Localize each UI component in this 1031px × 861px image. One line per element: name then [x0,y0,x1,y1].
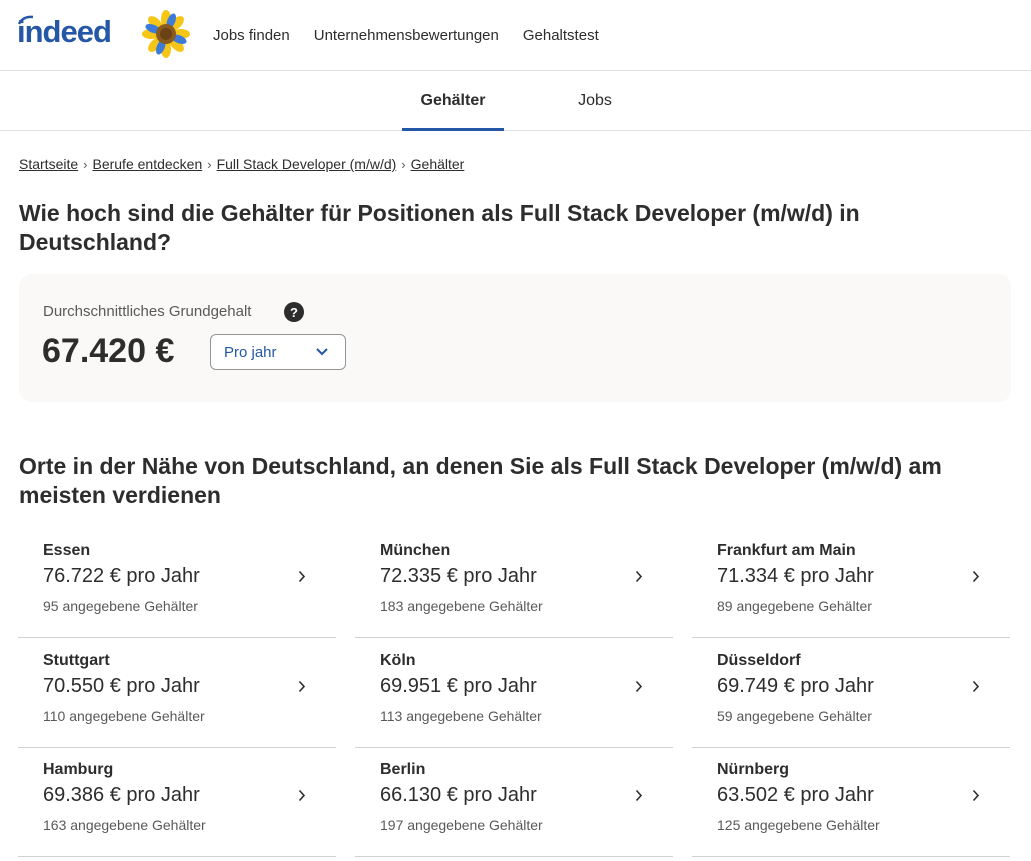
chevron-right-icon: › [401,156,406,172]
tab-gehaelter[interactable]: Gehälter [402,71,504,131]
city-salary: 69.386 € pro Jahr [43,784,200,806]
top-nav: Jobs finden Unternehmensbewertungen Geha… [213,0,599,71]
city-salary: 69.749 € pro Jahr [717,675,874,697]
chevron-right-icon: › [83,156,88,172]
city-report-count: 95 angegebene Gehälter [43,598,198,614]
city-report-count: 163 angegebene Gehälter [43,817,206,833]
nav-unternehmensbewertungen[interactable]: Unternehmensbewertungen [314,27,499,44]
city-name: München [380,542,451,559]
breadcrumb-gehaelter[interactable]: Gehälter [411,156,465,172]
city-report-count: 197 angegebene Gehälter [380,817,543,833]
city-report-count: 183 angegebene Gehälter [380,598,543,614]
city-name: Nürnberg [717,761,789,778]
chevron-down-icon [316,348,328,356]
average-salary-label: Durchschnittliches Grundgehalt [43,303,252,320]
top-locations-title: Orte in der Nähe von Deutschland, an den… [19,453,942,508]
period-select-value: Pro jahr [224,343,277,361]
breadcrumb-startseite[interactable]: Startseite [19,156,78,172]
indeed-logo[interactable]: indeed [17,14,112,50]
page-title: Wie hoch sind die Gehälter für Positione… [19,200,860,255]
city-salary: 72.335 € pro Jahr [380,565,537,587]
city-name: Berlin [380,761,426,778]
city-name: Stuttgart [43,652,110,669]
chevron-right-icon [298,570,306,583]
top-header: indeed Jobs finden Unternehmensbewertung… [0,0,1031,71]
breadcrumb: Startseite › Berufe entdecken › Full Sta… [19,156,464,172]
chevron-right-icon: › [207,156,212,172]
average-salary-value: 67.420 € [42,332,175,370]
breadcrumb-full-stack-developer[interactable]: Full Stack Developer (m/w/d) [217,156,397,172]
average-salary-card: Durchschnittliches Grundgehalt ? 67.420 … [19,274,1011,402]
city-name: Düsseldorf [717,652,801,669]
period-select[interactable]: Pro jahr [210,334,346,370]
city-name: Frankfurt am Main [717,542,856,559]
city-card-koeln[interactable]: Köln 69.951 € pro Jahr 113 angegebene Ge… [355,638,673,748]
city-report-count: 110 angegebene Gehälter [43,708,205,724]
city-report-count: 59 angegebene Gehälter [717,708,872,724]
city-card-essen[interactable]: Essen 76.722 € pro Jahr 95 angegebene Ge… [18,528,336,638]
city-card-stuttgart[interactable]: Stuttgart 70.550 € pro Jahr 110 angegebe… [18,638,336,748]
city-card-berlin[interactable]: Berlin 66.130 € pro Jahr 197 angegebene … [355,747,673,857]
nav-gehaltstest[interactable]: Gehaltstest [523,27,599,44]
sunflower-icon [142,10,190,58]
logo-arc-icon [18,15,34,25]
chevron-right-icon [972,570,980,583]
city-salary: 69.951 € pro Jahr [380,675,537,697]
nav-jobs-finden[interactable]: Jobs finden [213,27,290,44]
city-card-nuernberg[interactable]: Nürnberg 63.502 € pro Jahr 125 angegeben… [692,747,1010,857]
city-name: Hamburg [43,761,114,778]
city-report-count: 113 angegebene Gehälter [380,708,542,724]
city-name: Essen [43,542,91,559]
chevron-right-icon [635,570,643,583]
chevron-right-icon [298,789,306,802]
tab-jobs[interactable]: Jobs [560,71,630,130]
city-card-duesseldorf[interactable]: Düsseldorf 69.749 € pro Jahr 59 angegebe… [692,638,1010,748]
chevron-right-icon [972,789,980,802]
city-salary: 70.550 € pro Jahr [43,675,200,697]
city-report-count: 125 angegebene Gehälter [717,817,880,833]
chevron-right-icon [635,789,643,802]
city-name: Köln [380,652,416,669]
city-card-muenchen[interactable]: München 72.335 € pro Jahr 183 angegebene… [355,528,673,638]
city-card-hamburg[interactable]: Hamburg 69.386 € pro Jahr 163 angegebene… [18,747,336,857]
breadcrumb-berufe-entdecken[interactable]: Berufe entdecken [92,156,202,172]
city-report-count: 89 angegebene Gehälter [717,598,872,614]
sub-tabs: Gehälter Jobs [0,71,1031,131]
chevron-right-icon [635,680,643,693]
city-salary: 71.334 € pro Jahr [717,565,874,587]
chevron-right-icon [972,680,980,693]
help-icon[interactable]: ? [284,302,304,322]
city-salary: 76.722 € pro Jahr [43,565,200,587]
chevron-right-icon [298,680,306,693]
city-salary: 63.502 € pro Jahr [717,784,874,806]
city-card-frankfurt[interactable]: Frankfurt am Main 71.334 € pro Jahr 89 a… [692,528,1010,638]
city-salary: 66.130 € pro Jahr [380,784,537,806]
